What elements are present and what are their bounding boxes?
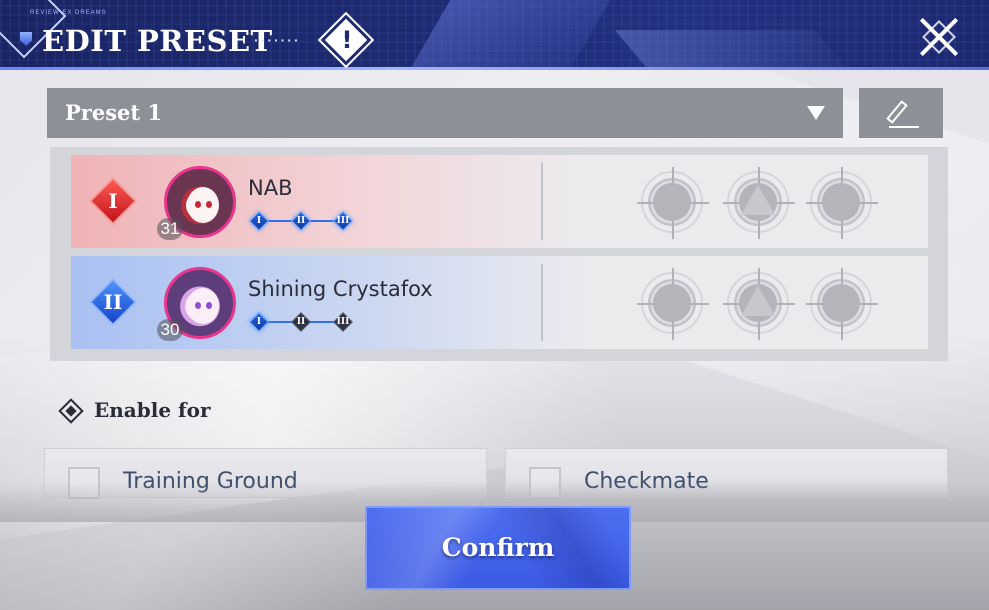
confirm-label: Confirm xyxy=(441,533,555,562)
rank-badge: II xyxy=(91,280,135,324)
team-panel: I 31 NAB I II III II 30 Shining Crystafo… xyxy=(50,147,948,361)
team-row-2[interactable]: II 30 Shining Crystafox I II III xyxy=(71,256,928,349)
pencil-icon xyxy=(886,100,908,124)
checkbox[interactable] xyxy=(529,467,561,499)
rune-slot[interactable] xyxy=(806,268,878,340)
rune-slot[interactable] xyxy=(637,268,709,340)
rename-preset-button[interactable] xyxy=(859,88,943,138)
dialog-title: EDIT PRESET xyxy=(42,24,273,58)
rune-slot[interactable] xyxy=(806,167,878,239)
skill-icon: III xyxy=(333,211,353,231)
rank-badge: I xyxy=(91,179,135,223)
monster-level: 31 xyxy=(157,218,183,240)
confirm-button[interactable]: Confirm xyxy=(365,506,631,590)
monster-name: Shining Crystafox xyxy=(248,277,433,301)
header-edge xyxy=(0,67,989,70)
avatar-eye xyxy=(206,201,212,208)
preset-dropdown[interactable]: Preset 1 xyxy=(47,88,843,138)
rank-number: I xyxy=(108,189,118,213)
skill-chain: I II III xyxy=(249,310,361,334)
avatar-face xyxy=(187,288,219,324)
row-divider xyxy=(541,264,543,341)
avatar-eye xyxy=(206,302,212,309)
option-checkmate[interactable]: Checkmate xyxy=(505,448,948,499)
avatar-eye xyxy=(195,302,201,309)
rune-slot[interactable] xyxy=(723,167,795,239)
team-row-1[interactable]: I 31 NAB I II III xyxy=(71,155,928,248)
option-training-ground[interactable]: Training Ground xyxy=(44,448,487,499)
skill-chain: I II III xyxy=(249,209,361,233)
row-divider xyxy=(541,163,543,240)
rank-number: II xyxy=(103,290,123,314)
checkbox[interactable] xyxy=(68,467,100,499)
monster-level: 30 xyxy=(157,319,183,341)
option-label: Training Ground xyxy=(123,469,298,494)
skill-icon: II xyxy=(291,211,311,231)
skill-icon: I xyxy=(249,211,269,231)
title-dots: ······· xyxy=(254,32,301,48)
exclamation-icon[interactable]: ! xyxy=(332,24,362,56)
skill-icon: III xyxy=(333,312,353,332)
avatar-eye xyxy=(195,201,201,208)
close-button[interactable] xyxy=(914,12,964,62)
avatar-face xyxy=(187,187,219,223)
monster-name: NAB xyxy=(248,176,293,200)
rune-slot[interactable] xyxy=(723,268,795,340)
preset-selected-value: Preset 1 xyxy=(65,100,163,125)
skill-icon: II xyxy=(291,312,311,332)
option-label: Checkmate xyxy=(584,469,709,494)
pencil-underline xyxy=(889,126,919,128)
skill-icon: I xyxy=(249,312,269,332)
rune-slot[interactable] xyxy=(637,167,709,239)
enable-for-heading: Enable for xyxy=(94,398,211,422)
chevron-down-icon xyxy=(807,106,825,120)
